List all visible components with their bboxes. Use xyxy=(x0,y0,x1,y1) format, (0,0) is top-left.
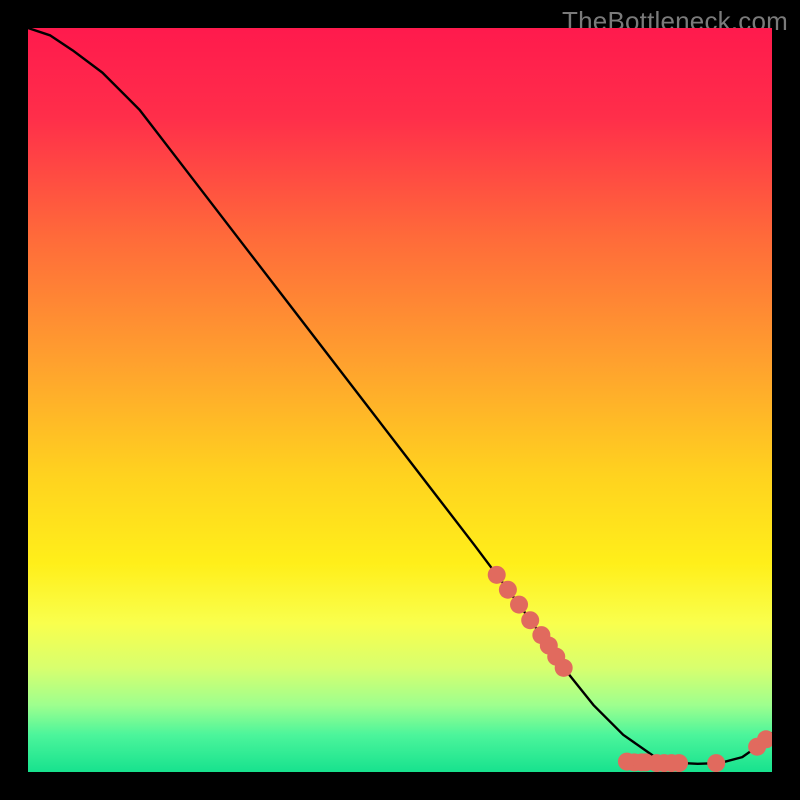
marker-point xyxy=(670,754,688,772)
plot-area xyxy=(28,28,772,772)
marker-point xyxy=(510,596,528,614)
chart-svg xyxy=(28,28,772,772)
marker-point xyxy=(521,611,539,629)
marker-point xyxy=(555,659,573,677)
chart-stage: TheBottleneck.com xyxy=(0,0,800,800)
marker-point xyxy=(707,754,725,772)
marker-point xyxy=(488,566,506,584)
marker-point xyxy=(499,581,517,599)
gradient-background xyxy=(28,28,772,772)
